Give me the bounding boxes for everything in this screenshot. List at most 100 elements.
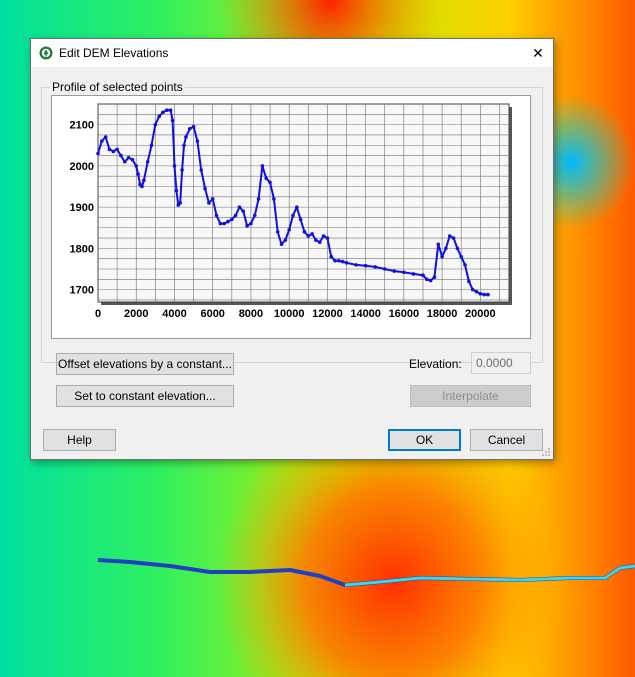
plot-area [97, 103, 510, 303]
profile-point [230, 217, 234, 222]
profile-point [428, 278, 433, 283]
profile-point [172, 164, 177, 168]
profile-point [287, 228, 291, 232]
profile-point [291, 213, 295, 218]
profile-point [168, 108, 173, 112]
offset-elevations-button[interactable]: Offset elevations by a constant... [56, 353, 234, 375]
profile-point [402, 270, 406, 275]
profile-point [103, 135, 108, 139]
x-tick-label: 14000 [350, 308, 381, 320]
profile-point [463, 263, 467, 267]
edit-dem-elevations-dialog: Edit DEM Elevations ✕ Profile of selecte… [30, 38, 554, 460]
profile-point [199, 168, 204, 172]
profile-point [474, 289, 479, 294]
profile-point [455, 246, 460, 251]
profile-point [337, 258, 341, 263]
dialog-titlebar: Edit DEM Elevations ✕ [31, 39, 553, 67]
profile-point [333, 258, 337, 263]
profile-point [237, 205, 242, 209]
profile-point [119, 153, 123, 158]
profile-point [459, 254, 464, 259]
profile-plot-frame: 0 2000 4000 6000 8000 10000 12000 14000 16000 180… [51, 95, 531, 339]
profile-point [482, 292, 486, 297]
profile-group-label: Profile of selected points [50, 80, 185, 94]
profile-point [421, 273, 425, 277]
profile-point [256, 197, 261, 201]
profile-point [279, 242, 284, 247]
profile-point [115, 147, 119, 152]
profile-point [249, 221, 253, 226]
profile-point [210, 197, 215, 201]
elevation-field[interactable]: 0.0000 [471, 352, 531, 374]
profile-point [340, 259, 345, 264]
profile-point [363, 263, 368, 268]
profile-point [145, 159, 150, 164]
profile-point [444, 246, 448, 251]
y-tick-label: 1900 [70, 202, 94, 214]
ok-button[interactable]: OK [388, 429, 461, 451]
close-button[interactable]: ✕ [523, 39, 553, 67]
profile-point [161, 110, 165, 115]
close-icon: ✕ [532, 45, 544, 61]
x-tick-label: 10000 [274, 308, 305, 320]
x-tick-label: 12000 [312, 308, 343, 320]
x-tick-label: 2000 [124, 308, 148, 320]
profile-point [149, 143, 154, 148]
profile-point [329, 254, 334, 259]
profile-point [317, 240, 322, 244]
interpolate-button[interactable]: Interpolate [410, 385, 531, 407]
x-tick-label: 8000 [239, 308, 263, 320]
y-tick-label: 2100 [70, 120, 94, 132]
profile-point [470, 287, 475, 292]
profile-point [314, 238, 318, 242]
y-tick-label: 2000 [70, 161, 94, 173]
profile-point [170, 118, 175, 123]
profile-point [302, 230, 307, 234]
cancel-button[interactable]: Cancel [470, 429, 543, 451]
resize-grip-icon[interactable] [541, 447, 551, 457]
profile-chart: 0 2000 4000 6000 8000 10000 12000 14000 16000 180… [70, 103, 512, 320]
dialog-title: Edit DEM Elevations [59, 46, 169, 60]
profile-point [218, 221, 223, 226]
profile-point [207, 201, 211, 205]
x-tick-label: 0 [95, 308, 101, 320]
profile-point [325, 236, 330, 240]
profile-point [272, 197, 276, 201]
profile-point [140, 184, 144, 189]
profile-point [214, 213, 219, 218]
profile-point [100, 139, 104, 143]
profile-point [107, 147, 112, 152]
profile-point [478, 291, 483, 296]
profile-point [283, 238, 288, 242]
profile-point [174, 188, 179, 193]
profile-point [195, 139, 200, 143]
profile-point [241, 209, 246, 214]
profile-point [486, 292, 490, 297]
x-tick-label: 4000 [162, 308, 186, 320]
profile-point [165, 108, 169, 112]
profile-point [153, 122, 158, 127]
profile-point [440, 254, 444, 259]
profile-point [411, 272, 416, 276]
profile-point [182, 143, 186, 148]
profile-point [268, 180, 272, 185]
y-tick-label: 1800 [70, 243, 94, 255]
profile-point [295, 205, 299, 209]
profile-point [425, 277, 429, 282]
profile-point [447, 234, 452, 238]
profile-point [310, 232, 314, 236]
profile-point [344, 261, 349, 265]
profile-point [111, 149, 116, 154]
profile-point [467, 279, 471, 284]
profile-point [134, 164, 139, 168]
elevation-label: Elevation: [409, 357, 462, 371]
profile-point [260, 164, 265, 168]
profile-point [191, 124, 196, 129]
profile-point [222, 221, 226, 226]
profile-point [233, 213, 238, 218]
app-icon [39, 46, 53, 60]
x-tick-label: 6000 [200, 308, 224, 320]
set-constant-elevation-button[interactable]: Set to constant elevation... [56, 385, 234, 407]
help-button[interactable]: Help [43, 429, 116, 451]
profile-point [96, 151, 100, 156]
